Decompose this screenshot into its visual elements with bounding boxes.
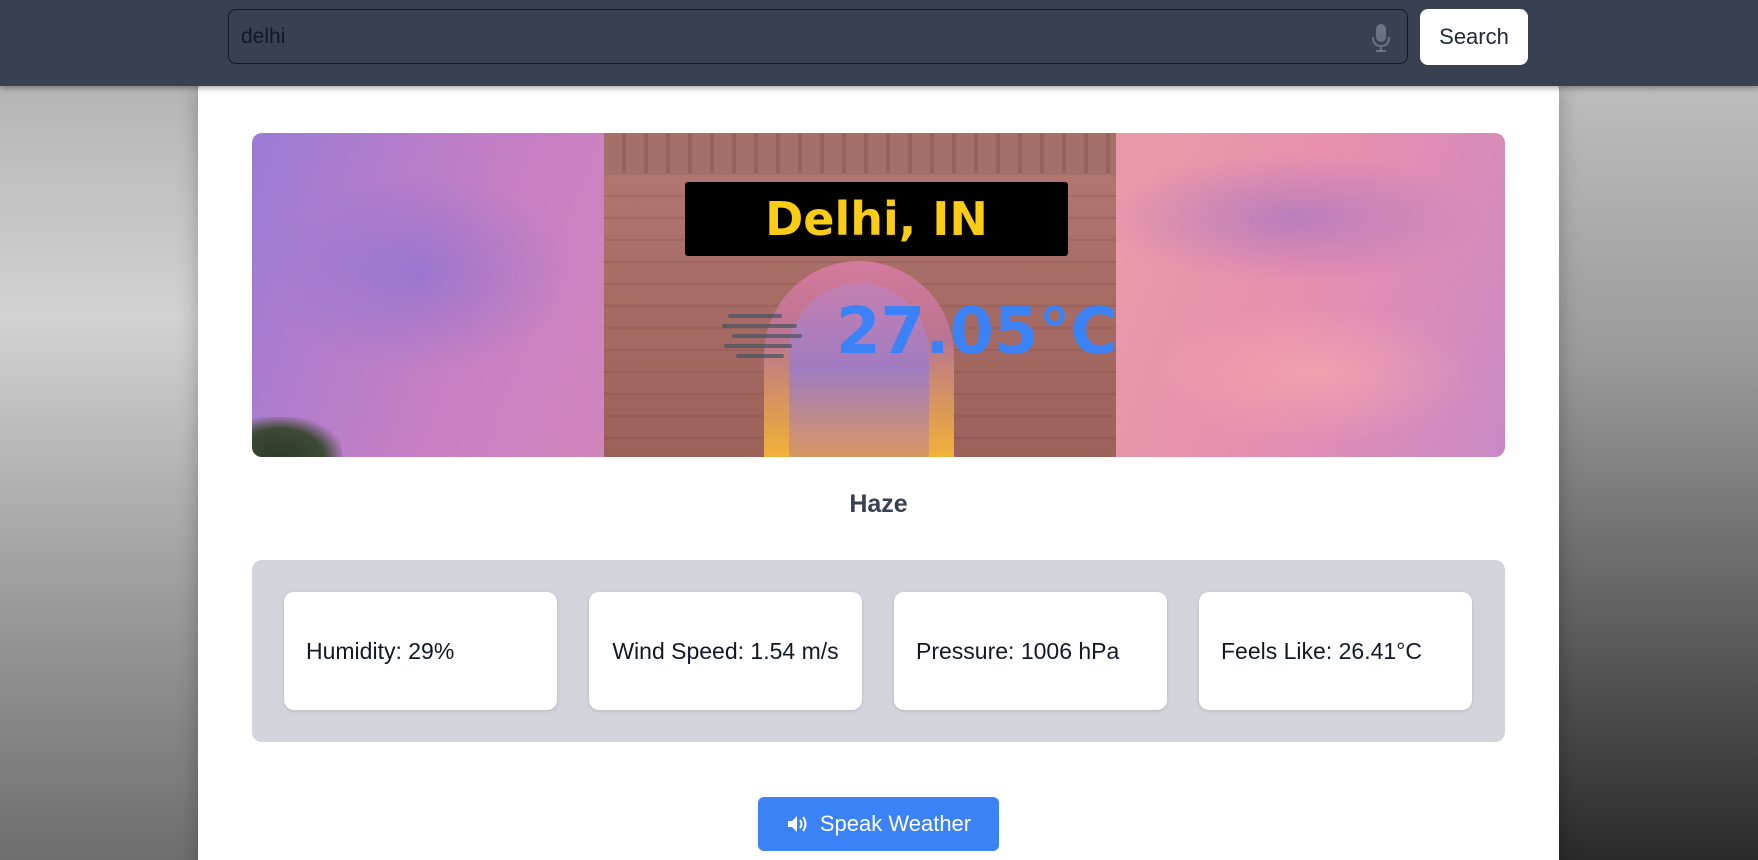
humidity-card: Humidity: 29% <box>284 592 557 710</box>
speaker-icon <box>787 816 807 832</box>
humidity-text: Humidity: 29% <box>306 637 455 664</box>
speak-weather-label: Speak Weather <box>819 811 972 836</box>
weather-stats-panel: Humidity: 29% Wind Speed: 1.54 m/s Press… <box>252 560 1505 742</box>
sky-cloud <box>1152 303 1482 443</box>
wind-speed-card: Wind Speed: 1.54 m/s <box>589 592 862 710</box>
top-navbar: Search <box>0 0 1758 86</box>
temperature-value: 27.05°C <box>836 295 1118 369</box>
search-box <box>228 9 1408 64</box>
microphone-icon[interactable] <box>1371 23 1391 53</box>
city-name: Delhi, IN <box>685 182 1068 256</box>
arch-cornice <box>604 133 1116 173</box>
weather-condition: Haze <box>849 490 908 518</box>
feels-like-text: Feels Like: 26.41°C <box>1221 637 1422 664</box>
tree-silhouette <box>252 417 342 457</box>
wind-speed-text: Wind Speed: 1.54 m/s <box>612 637 839 664</box>
weather-card: Delhi, IN 27.05°C Haze Humidity: 29% Win… <box>198 80 1559 860</box>
search-input[interactable] <box>239 10 1343 64</box>
city-hero-banner: Delhi, IN 27.05°C <box>252 133 1505 457</box>
search-button[interactable]: Search <box>1420 9 1528 65</box>
haze-icon <box>722 314 802 358</box>
speak-weather-button[interactable]: Speak Weather <box>758 797 999 851</box>
sky-cloud <box>272 173 572 373</box>
sky-cloud <box>1102 153 1482 283</box>
background-left <box>0 86 200 860</box>
background-right <box>1558 86 1758 860</box>
pressure-text: Pressure: 1006 hPa <box>916 637 1120 664</box>
feels-like-card: Feels Like: 26.41°C <box>1199 592 1472 710</box>
pressure-card: Pressure: 1006 hPa <box>894 592 1167 710</box>
